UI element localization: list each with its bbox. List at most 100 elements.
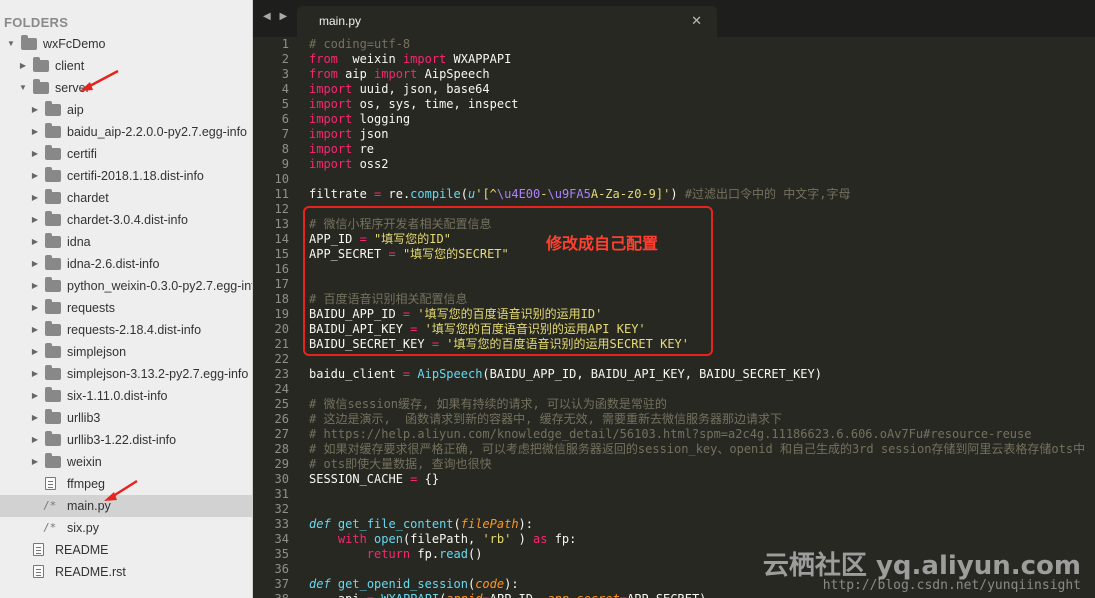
folder-icon (45, 233, 61, 248)
tree-item-simplejson[interactable]: ▶ simplejson (0, 341, 252, 363)
code-line: 32 (253, 502, 1095, 517)
code-line: 33 def get_file_content(filePath): (253, 517, 1095, 532)
code-line: 2 from weixin import WXAPPAPI (253, 52, 1095, 67)
chevron-right-icon[interactable]: ▶ (30, 341, 40, 363)
tree-item-label: chardet-3.0.4.dist-info (67, 213, 188, 227)
folder-icon (45, 101, 61, 116)
tree-item-urllib3-1-22-dist-info[interactable]: ▶ urllib3-1.22.dist-info (0, 429, 252, 451)
tree-item-certifi[interactable]: ▶ certifi (0, 143, 252, 165)
annotation-label: 修改成自己配置 (546, 234, 659, 253)
code-line: 24 (253, 382, 1095, 397)
tree-item-label: idna-2.6.dist-info (67, 257, 160, 271)
code-line: 9 import oss2 (253, 157, 1095, 172)
line-number: 13 (274, 217, 289, 231)
code-text: import uuid, json, base64 (309, 82, 490, 96)
tree-item-requests[interactable]: ▶ requests (0, 297, 252, 319)
chevron-right-icon[interactable]: ▶ (30, 275, 40, 297)
tree-item-certifi-2018-1-18-dist-info[interactable]: ▶ certifi-2018.1.18.dist-info (0, 165, 252, 187)
line-number: 20 (274, 322, 289, 336)
code-text: from aip import AipSpeech (309, 67, 490, 81)
line-number: 24 (274, 382, 289, 396)
code-editor[interactable]: 1 # coding=utf-8 2 from weixin import WXAPP… (253, 37, 1095, 598)
code-line: 4 import uuid, json, base64 (253, 82, 1095, 97)
tree-item-weixin[interactable]: ▶ weixin (0, 451, 252, 473)
tree-item-readme[interactable]: README (0, 539, 252, 561)
chevron-down-icon[interactable]: ▼ (18, 77, 28, 99)
tree-item-chardet-3-0-4-dist-info[interactable]: ▶ chardet-3.0.4.dist-info (0, 209, 252, 231)
chevron-right-icon[interactable]: ▶ (30, 297, 40, 319)
tab-bar: ◀ ▶ main.py ✕ (253, 0, 1095, 37)
folder-icon (45, 123, 61, 138)
code-text: baidu_client = AipSpeech(BAIDU_APP_ID, B… (309, 367, 822, 381)
chevron-right-icon[interactable]: ▶ (30, 363, 40, 385)
code-line: 28 # 如果对缓存要求很严格正确, 可以考虑把微信服务器返回的session_k… (253, 442, 1095, 457)
chevron-right-icon[interactable]: ▶ (30, 187, 40, 209)
file-icon (33, 565, 44, 578)
code-line: 3 from aip import AipSpeech (253, 67, 1095, 82)
close-icon[interactable]: ✕ (691, 13, 702, 29)
code-text: def get_file_content(filePath): (309, 517, 533, 531)
chevron-right-icon[interactable]: ▶ (30, 429, 40, 451)
annotation-box (303, 206, 713, 356)
tree-item-label: simplejson (67, 345, 127, 359)
code-text: # 这边是演示, 函数请求到新的容器中, 缓存无效, 需要重新去微信服务器那边请… (309, 412, 783, 426)
tab-main-py[interactable]: main.py ✕ (297, 6, 717, 37)
chevron-right-icon[interactable]: ▶ (30, 121, 40, 143)
tree-item-client[interactable]: ▶ client (0, 55, 252, 77)
tree-item-idna[interactable]: ▶ idna (0, 231, 252, 253)
line-number: 8 (281, 142, 289, 156)
tree-item-simplejson-3-13-2-py2-7-egg-info[interactable]: ▶ simplejson-3.13.2-py2.7.egg-info (0, 363, 252, 385)
chevron-right-icon[interactable]: ▶ (30, 319, 40, 341)
chevron-right-icon[interactable]: ▶ (30, 253, 40, 275)
chevron-right-icon[interactable]: ▶ (30, 231, 40, 253)
tree-item-requests-2-18-4-dist-info[interactable]: ▶ requests-2.18.4.dist-info (0, 319, 252, 341)
line-number: 6 (281, 112, 289, 126)
tree-item-urllib3[interactable]: ▶ urllib3 (0, 407, 252, 429)
line-number: 26 (274, 412, 289, 426)
tree-item-readme-rst[interactable]: README.rst (0, 561, 252, 583)
tree-item-six-py[interactable]: /* six.py (0, 517, 252, 539)
line-number: 21 (274, 337, 289, 351)
code-line: 30 SESSION_CACHE = {} (253, 472, 1095, 487)
chevron-right-icon[interactable]: ▶ (30, 143, 40, 165)
tree-item-baidu-aip-2-2-0-0-py2-7-egg-info[interactable]: ▶ baidu_aip-2.2.0.0-py2.7.egg-info (0, 121, 252, 143)
line-number: 38 (253, 592, 289, 598)
line-number: 14 (274, 232, 289, 246)
tree-item-chardet[interactable]: ▶ chardet (0, 187, 252, 209)
code-text: with open(filePath, 'rb' ) as fp: (337, 532, 577, 546)
tree-item-label: urllib3-1.22.dist-info (67, 433, 177, 447)
line-number: 22 (274, 352, 289, 366)
chevron-right-icon[interactable]: ▶ (30, 99, 40, 121)
chevron-right-icon[interactable]: ▶ (30, 209, 40, 231)
code-text: # coding=utf-8 (309, 37, 411, 51)
tree-item-idna-2-6-dist-info[interactable]: ▶ idna-2.6.dist-info (0, 253, 252, 275)
folder-icon (21, 35, 37, 50)
chevron-right-icon[interactable]: ▶ (30, 165, 40, 187)
tab-nav-arrows[interactable]: ◀ ▶ (263, 11, 290, 22)
sidebar: FOLDERS ▼ wxFcDemo ▶ client ▼ server ▶ aip ▶ baid… (0, 0, 253, 598)
tree-item-label: requests (67, 301, 115, 315)
code-text: api = WXAPPAPI(appid=APP_ID, app_secret=… (309, 592, 707, 598)
chevron-right-icon[interactable]: ▶ (30, 407, 40, 429)
line-number: 15 (274, 247, 289, 261)
folder-icon (45, 321, 61, 336)
tree-item-aip[interactable]: ▶ aip (0, 99, 252, 121)
chevron-right-icon[interactable]: ▶ (30, 385, 40, 407)
line-number: 34 (274, 532, 289, 546)
tree-item-label: ffmpeg (67, 477, 105, 491)
tree-item-label: README.rst (55, 565, 126, 579)
chevron-down-icon[interactable]: ▼ (6, 33, 16, 55)
folder-icon (45, 343, 61, 358)
tree-item-python-weixin-0-3-0-py2-7-egg-info[interactable]: ▶ python_weixin-0.3.0-py2.7.egg-info (0, 275, 252, 297)
code-line: 8 import re (253, 142, 1095, 157)
folder-icon (45, 277, 61, 292)
tree-item-wxfcdemo[interactable]: ▼ wxFcDemo (0, 33, 252, 55)
chevron-right-icon[interactable]: ▶ (30, 451, 40, 473)
tree-item-label: wxFcDemo (43, 37, 106, 51)
code-line: 29 # ots即使大量数据, 查询也很快 (253, 457, 1095, 472)
folder-icon (45, 255, 61, 270)
tree-item-server[interactable]: ▼ server (0, 77, 252, 99)
tree-item-six-1-11-0-dist-info[interactable]: ▶ six-1.11.0.dist-info (0, 385, 252, 407)
tab-title: main.py (319, 14, 362, 28)
chevron-right-icon[interactable]: ▶ (18, 55, 28, 77)
